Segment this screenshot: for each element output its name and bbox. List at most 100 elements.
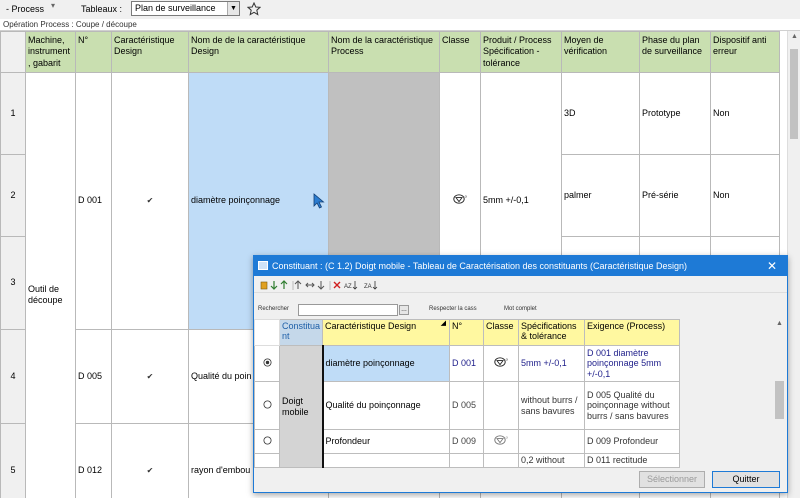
col-header-anti-erreur[interactable]: Dispositif anti erreur — [710, 31, 780, 73]
inner-num-cell[interactable]: D 009 — [449, 429, 485, 454]
row-radio[interactable] — [254, 429, 280, 454]
inner-header-classe[interactable]: Classe — [483, 319, 520, 346]
dialog-vertical-scrollbar[interactable]: ▲ — [773, 319, 786, 464]
mouse-cursor-icon — [313, 192, 325, 209]
inner-spec-cell[interactable]: 5mm +/-0,1 — [518, 345, 586, 382]
constituant-dialog: Constituant : (C 1.2) Doigt mobile - Tab… — [253, 255, 788, 493]
inner-exigence-cell[interactable]: D 005 Qualité du poinçonnage without bur… — [584, 381, 681, 430]
scroll-up-icon[interactable]: ▲ — [791, 33, 798, 40]
inner-classe-cell[interactable]: o — [483, 429, 520, 454]
inner-num-cell[interactable] — [449, 453, 485, 468]
col-header-nom-process[interactable]: Nom de la caractéristique Process — [328, 31, 440, 73]
col-header-car-design[interactable]: Caractéristique Design — [111, 31, 189, 73]
phase-cell[interactable]: Prototype — [639, 71, 711, 155]
pin-icon[interactable] — [247, 2, 261, 16]
scroll-thumb[interactable] — [790, 49, 798, 139]
inner-exigence-cell[interactable]: D 011 rectitude — [584, 453, 681, 468]
inner-spec-cell[interactable]: 0,2 without — [518, 453, 586, 468]
inner-header-exigence[interactable]: Exigence (Process) — [584, 319, 681, 346]
inner-header-constituant[interactable]: Constitua nt — [278, 319, 324, 346]
col-header-phase[interactable]: Phase du plan de surveillance — [639, 31, 711, 73]
row-radio[interactable] — [254, 381, 280, 430]
col-header-classe[interactable]: Classe — [439, 31, 481, 73]
process-menu-label[interactable]: - Process — [6, 4, 44, 14]
inner-classe-cell[interactable] — [483, 453, 520, 468]
scroll-thumb[interactable] — [775, 381, 784, 419]
moyen-cell[interactable]: 3D — [561, 71, 640, 155]
inner-car-cell[interactable]: diamètre poinçonnage — [321, 345, 451, 382]
sort-za-icon: ZA — [364, 284, 372, 290]
filter-icon — [260, 281, 268, 290]
radio-selected-icon — [263, 358, 271, 367]
dialog-title: Constituant : (C 1.2) Doigt mobile - Tab… — [272, 261, 688, 271]
row-number[interactable]: 2 — [0, 153, 26, 237]
col-header-spec[interactable]: Produit / Process Spécification - toléra… — [480, 31, 562, 73]
constituant-cell[interactable]: Doigt mobile — [278, 345, 324, 468]
anti-erreur-cell[interactable]: Non — [710, 71, 780, 155]
radio-icon — [263, 400, 271, 409]
inner-header-caracteristique-label: Caractéristique Design — [325, 321, 417, 331]
tableaux-select[interactable]: Plan de surveillance ▼ — [131, 1, 240, 16]
dialog-toolbar: AZ ZA — [254, 277, 787, 293]
row-radio[interactable] — [254, 453, 280, 468]
num-cell[interactable]: D 012 — [75, 422, 112, 498]
chevron-down-icon[interactable]: ▼ — [227, 2, 239, 15]
row-number[interactable]: 3 — [0, 235, 26, 330]
inner-header-spec[interactable]: Spécifications & tolérance — [518, 319, 586, 346]
inner-classe-cell[interactable] — [483, 381, 520, 430]
num-cell[interactable]: D 001 — [75, 71, 112, 330]
sort-az-icon: AZ — [344, 284, 352, 290]
inner-car-cell[interactable] — [321, 453, 451, 468]
row-radio[interactable] — [254, 345, 280, 382]
respect-case-option[interactable]: Respecter la cass — [429, 306, 477, 312]
phase-cell[interactable]: Pré-série — [639, 153, 711, 237]
inner-header-caracteristique[interactable]: Caractéristique Design ◢ — [322, 319, 451, 346]
move-down-icon — [317, 281, 325, 290]
inner-num-cell[interactable]: D 001 — [449, 345, 485, 382]
select-button[interactable]: Sélectionner — [639, 471, 705, 488]
search-input[interactable] — [298, 304, 398, 316]
column-menu-icon[interactable]: ◢ — [441, 321, 446, 329]
tableaux-select-value: Plan de surveillance — [135, 3, 216, 13]
mot-complet-option[interactable]: Mot complet — [504, 306, 537, 312]
search-label: Rechercher — [258, 306, 290, 312]
inner-classe-cell[interactable]: o — [483, 345, 520, 382]
dialog-titlebar[interactable]: Constituant : (C 1.2) Doigt mobile - Tab… — [254, 256, 787, 276]
col-header-num[interactable]: N° — [75, 31, 112, 73]
num-cell[interactable]: D 005 — [75, 328, 112, 424]
col-header-machine[interactable]: Machine, instrument , gabarit — [25, 31, 76, 73]
inner-table-row[interactable]: Doigt mobile diamètre poinçonnage D 001 … — [254, 345, 681, 468]
window-icon — [258, 261, 268, 270]
main-vertical-scrollbar[interactable]: ▲ — [787, 31, 800, 498]
inner-car-cell[interactable]: Profondeur — [321, 429, 451, 454]
inner-spec-cell[interactable]: without burrs / sans bavures — [518, 381, 586, 430]
scroll-up-icon[interactable]: ▲ — [776, 320, 783, 327]
row-number[interactable]: 4 — [0, 328, 26, 424]
col-header-moyen[interactable]: Moyen de vérification — [561, 31, 640, 73]
inner-corner-cell — [254, 319, 280, 346]
row-number[interactable]: 1 — [0, 71, 26, 155]
col-header-nom-design[interactable]: Nom de de la caractéristique Design — [188, 31, 329, 73]
search-options-button[interactable]: … — [399, 305, 409, 315]
inner-car-cell[interactable]: Qualité du poinçonnage — [321, 381, 451, 430]
inner-exigence-cell[interactable]: D 001 diamètre poinçonnage 5mm +/-0,1 — [584, 345, 681, 382]
diamond-class-icon: o — [494, 435, 509, 445]
row-number[interactable]: 5 — [0, 422, 26, 498]
inner-spec-cell[interactable] — [518, 429, 586, 454]
inner-header-num[interactable]: N° — [449, 319, 485, 346]
inner-num-cell[interactable]: D 005 — [449, 381, 485, 430]
design-checkbox[interactable]: ✔ — [111, 422, 189, 498]
anti-erreur-cell[interactable]: Non — [710, 153, 780, 237]
design-name-text: diamètre poinçonnage — [191, 195, 281, 206]
inner-exigence-cell[interactable]: D 009 Profondeur — [584, 429, 681, 454]
close-icon[interactable]: ✕ — [767, 256, 777, 276]
process-dropdown-icon[interactable]: ▾ — [51, 1, 55, 10]
machine-cell[interactable]: Outil de découpe — [25, 71, 76, 498]
diamond-class-icon: o — [453, 194, 468, 204]
design-checkbox[interactable]: ✔ — [111, 328, 189, 424]
delete-icon — [333, 281, 341, 289]
breadcrumb: Opération Process : Coupe / découpe — [0, 19, 800, 31]
design-checkbox[interactable]: ✔ — [111, 71, 189, 330]
moyen-cell[interactable]: palmer — [561, 153, 640, 237]
quit-button[interactable]: Quitter — [712, 471, 780, 488]
